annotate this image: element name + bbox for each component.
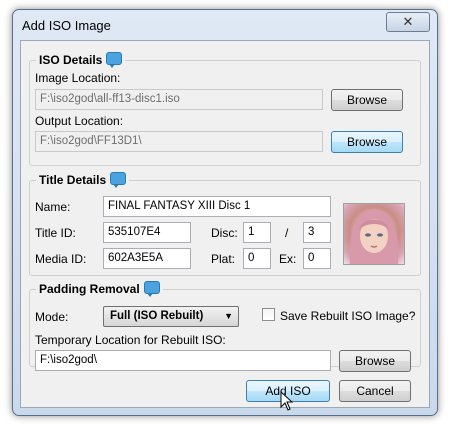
title-details-title-text: Title Details: [39, 173, 107, 187]
portrait-image: [349, 209, 399, 264]
image-location-label: Image Location:: [35, 71, 121, 85]
disc-label: Disc:: [211, 226, 238, 240]
mode-select[interactable]: Full (ISO Rebuilt) ▼: [103, 306, 239, 327]
character-portrait-icon: [343, 203, 405, 265]
dialog-body: ISO Details Image Location: F:\iso2god\a…: [20, 40, 430, 408]
temp-location-label: Temporary Location for Rebuilt ISO:: [35, 333, 226, 347]
media-id-field[interactable]: 602A3E5A: [103, 248, 191, 269]
padding-removal-title: Padding Removal: [36, 281, 163, 297]
iso-details-title: ISO Details: [36, 52, 126, 68]
add-iso-dialog: Add ISO Image ✕ ISO Details Image Locati…: [12, 9, 438, 416]
ex-field[interactable]: 0: [303, 248, 331, 269]
iso-details-group: ISO Details Image Location: F:\iso2god\a…: [29, 52, 421, 166]
info-icon[interactable]: [143, 281, 160, 297]
image-location-field[interactable]: F:\iso2god\all-ff13-disc1.iso: [35, 89, 323, 110]
name-label: Name:: [35, 200, 71, 214]
ex-label: Ex:: [279, 252, 297, 266]
plat-label: Plat:: [211, 252, 236, 266]
close-button[interactable]: ✕: [386, 12, 430, 32]
mode-value: Full (ISO Rebuilt): [110, 310, 204, 322]
save-rebuilt-checkbox[interactable]: [262, 308, 275, 321]
output-location-label: Output Location:: [35, 114, 124, 128]
output-location-field[interactable]: F:\iso2god\FF13D1\: [35, 131, 323, 152]
plat-field[interactable]: 0: [243, 248, 271, 269]
padding-removal-title-text: Padding Removal: [39, 282, 140, 296]
info-icon[interactable]: [106, 52, 123, 68]
save-rebuilt-label[interactable]: Save Rebuilt ISO Image?: [280, 309, 415, 323]
disc-total-field[interactable]: 3: [303, 222, 331, 243]
name-field[interactable]: FINAL FANTASY XIII Disc 1: [103, 196, 331, 217]
disc-separator: /: [285, 226, 289, 240]
mouse-cursor-icon: [280, 391, 294, 411]
chevron-down-icon: ▼: [224, 311, 233, 321]
image-browse-button[interactable]: Browse: [331, 89, 403, 111]
title-details-title: Title Details: [36, 172, 130, 188]
title-bar[interactable]: Add ISO Image ✕: [13, 10, 437, 40]
temp-browse-button[interactable]: Browse: [339, 350, 411, 372]
mode-label: Mode:: [35, 310, 69, 324]
temp-location-field[interactable]: F:\iso2god\: [35, 350, 331, 371]
title-id-label: Title ID:: [35, 226, 76, 240]
info-icon[interactable]: [110, 172, 127, 188]
media-id-label: Media ID:: [35, 252, 87, 266]
output-browse-button[interactable]: Browse: [331, 131, 403, 153]
window-title: Add ISO Image: [22, 18, 111, 33]
title-id-field[interactable]: 535107E4: [103, 222, 191, 243]
cancel-button[interactable]: Cancel: [339, 380, 411, 402]
close-icon: ✕: [402, 14, 414, 29]
disc-field[interactable]: 1: [243, 222, 271, 243]
iso-details-title-text: ISO Details: [39, 53, 103, 67]
